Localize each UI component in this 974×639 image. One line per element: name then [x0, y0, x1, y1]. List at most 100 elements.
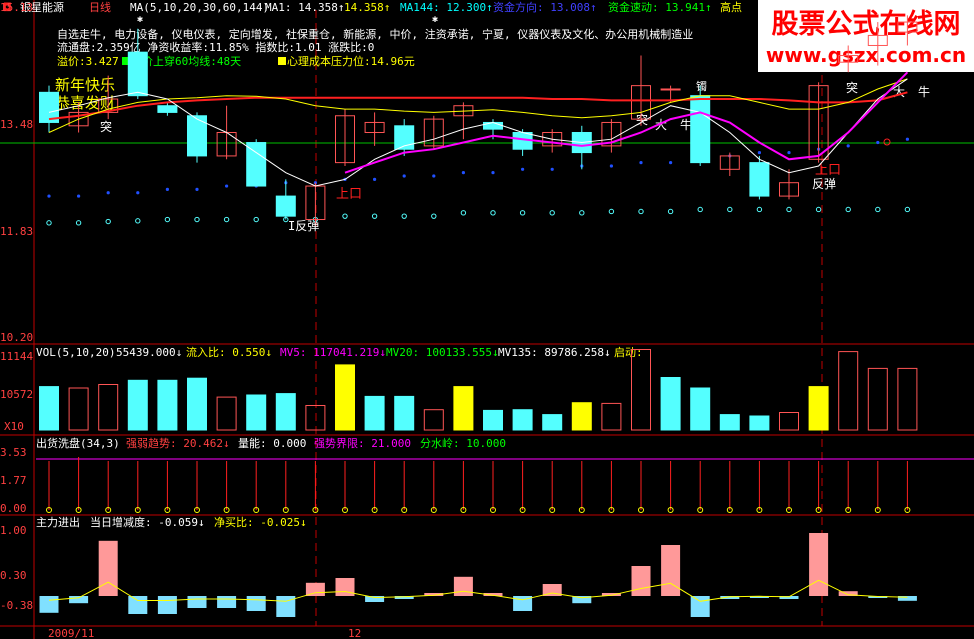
volume-bar: [394, 395, 415, 431]
main-bar: [453, 576, 473, 596]
candle-body: [246, 142, 267, 187]
main-bar: [305, 582, 325, 596]
annotation-zhuo: 镯: [696, 80, 707, 93]
trend-dot: [521, 167, 525, 171]
fund-direction: 资金方向: 13.008↑: [493, 0, 597, 14]
candle-body: [660, 88, 681, 91]
candle-body: [275, 195, 296, 217]
volume-bar: [275, 393, 296, 431]
price-tick: 13.48: [0, 118, 33, 131]
annotation-shangkou-1: 上口: [336, 187, 362, 202]
vol-tick: 11144: [0, 350, 33, 363]
candle-body: [157, 105, 178, 113]
star-marker: ✱: [137, 14, 143, 25]
candle-body: [483, 121, 503, 130]
info-stats: 流通盘:2.359亿 净资收益率:11.85% 指数比:1.01 涨跌比:0: [57, 40, 374, 54]
main-netbuy: 净买比: -0.025↓: [214, 515, 307, 529]
wash-energy: 量能: 0.000: [238, 436, 306, 450]
cost-marker: [278, 57, 286, 65]
vol-value: 55439.000↓: [116, 346, 182, 359]
trend-dot: [609, 164, 614, 168]
volume-bar: [483, 409, 503, 431]
vol-title: VOL(5,10,20): [36, 346, 115, 359]
trend-dot: [669, 161, 673, 165]
greeting-1: 新年快乐: [55, 76, 115, 94]
annotation-tu-3: 突: [846, 80, 858, 95]
vol-mv5: MV5: 117041.219↓: [280, 346, 386, 359]
info-premium: 溢价:3.427: [57, 54, 119, 68]
price-tick: 15.13: [0, 1, 33, 14]
main-title: 主力进出: [36, 515, 80, 529]
candle-body: [127, 51, 148, 97]
volume-bar: [364, 395, 385, 431]
candle-body: [690, 95, 711, 164]
volume-bar: [39, 386, 59, 431]
wash-boundary: 强势界限: 21.000: [314, 437, 411, 450]
volume-bar: [690, 387, 711, 431]
volume-bar: [660, 377, 681, 431]
vol-inflow: 流入比: 0.550↓: [186, 345, 272, 359]
candle-body: [749, 162, 770, 197]
watermark: 股票公式在线网 www.gszx.com.cn: [758, 0, 974, 72]
main-bar: [69, 596, 89, 604]
volume-bar: [719, 414, 740, 431]
main-bar: [39, 596, 59, 613]
annotation-tu-1: 突: [100, 119, 112, 134]
volume-bar: [187, 377, 207, 431]
volume-bar: [512, 409, 533, 431]
trend-dot: [491, 171, 495, 175]
wash-watershed: 分水岭: 10.000: [420, 436, 506, 450]
trend-dot: [47, 194, 51, 198]
main-bar: [128, 596, 148, 614]
volume-bar: [246, 394, 267, 431]
trend-dot: [373, 177, 377, 181]
wash-tick: 0.00: [0, 502, 27, 515]
main-daily: 当日增减度: -0.059↓: [90, 515, 205, 529]
vol-unit: X10: [4, 420, 24, 433]
volume-bar: [335, 364, 355, 431]
vol-tick: 10572: [0, 388, 33, 401]
ma144-value: MA144: 12.300↑: [400, 1, 493, 14]
main-bar: [246, 596, 266, 611]
main-bar: [809, 533, 829, 596]
trend-dot: [846, 144, 850, 148]
vol-mv135: MV135: 89786.258↓: [498, 346, 611, 359]
trend-dot: [77, 194, 81, 198]
fund-speed: 资金速动: 13.941↑: [608, 0, 712, 14]
main-panel-title: 主力进出 当日增减度: -0.059↓ 净买比: -0.025↓: [36, 515, 307, 529]
price-tick: 10.20: [0, 331, 33, 344]
trend-dot: [432, 174, 436, 178]
period-label[interactable]: 日线: [89, 0, 111, 14]
star-marker: ✱: [432, 14, 438, 25]
annotation-fantan-2: 反弹: [812, 177, 836, 191]
date-tick: 2009/11: [48, 627, 94, 639]
wash-tick: 1.77: [0, 474, 27, 487]
info-concepts: 自选走牛, 电力设备, 仪电仪表, 定向增发, 社保重仓, 新能源, 中价, 注…: [57, 27, 693, 41]
ma1-value: MA1: 14.358↑: [265, 1, 344, 14]
volume-bar: [571, 402, 592, 431]
trend-dot: [757, 150, 762, 155]
info-cost: 心理成本压力位:14.96元: [287, 54, 415, 68]
volume-bar: [453, 386, 474, 431]
trend-dot: [165, 187, 169, 191]
trend-dot: [136, 191, 140, 195]
stock-chart[interactable]: ◘ 银星能源 日线 MA(5,10,20,30,60,144) MA1: 14.…: [0, 0, 974, 639]
volume-bar: [542, 414, 563, 431]
price-tick: 11.83: [0, 225, 33, 238]
trend-dot: [905, 137, 910, 141]
trend-dot: [876, 140, 880, 145]
main-bar: [690, 596, 710, 617]
main-tick: -0.38: [0, 599, 33, 612]
wash-tick: 3.53: [0, 446, 27, 459]
main-tick: 1.00: [0, 524, 27, 537]
high-point: 高点: [720, 0, 742, 14]
main-bar: [157, 596, 177, 614]
main-bar: [217, 596, 237, 608]
trend-dot: [195, 187, 199, 191]
vol-mv20: MV20: 100133.555↓: [386, 346, 499, 359]
trend-dot: [639, 161, 643, 165]
volume-bar: [749, 415, 770, 431]
wash-panel-title: 出货洗盘(34,3) 强弱趋势: 20.462↓ 量能: 0.000 强势界限:…: [36, 436, 506, 450]
wash-title: 出货洗盘(34,3): [36, 436, 120, 450]
trend-dot: [787, 150, 791, 155]
